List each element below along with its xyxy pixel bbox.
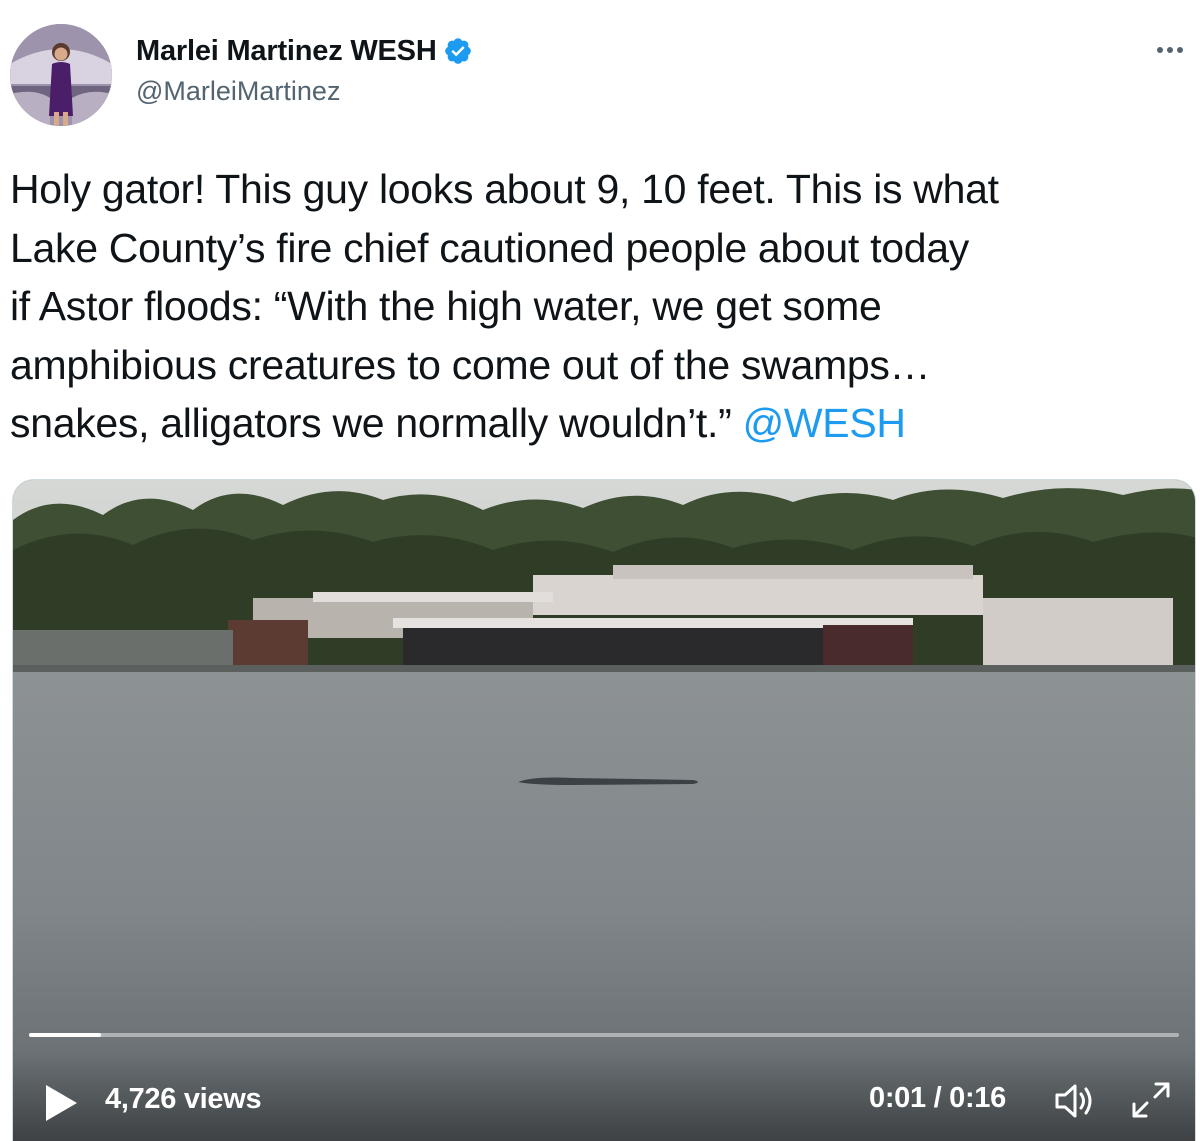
volume-icon[interactable] bbox=[1053, 1080, 1097, 1122]
more-options-button[interactable] bbox=[1150, 36, 1190, 64]
verified-badge-icon bbox=[444, 38, 471, 64]
avatar-photo bbox=[10, 24, 112, 126]
author-display-name[interactable]: Marlei Martinez WESH bbox=[136, 35, 437, 68]
avatar[interactable] bbox=[10, 24, 112, 126]
play-icon[interactable] bbox=[43, 1083, 79, 1123]
tweet-text-line: Holy gator! This guy looks about 9, 10 f… bbox=[10, 166, 999, 212]
video-player[interactable]: 4,726 views 0:01 / 0:16 bbox=[12, 479, 1196, 1141]
more-options-dot bbox=[1177, 47, 1183, 53]
tweet-text-segment: snakes, alligators we normally wouldn’t.… bbox=[10, 400, 743, 446]
tweet-text-line: if Astor floods: “With the high water, w… bbox=[10, 283, 882, 329]
video-frame bbox=[13, 480, 1195, 1141]
video-progress-fill bbox=[29, 1033, 101, 1037]
video-time: 0:01 / 0:16 bbox=[869, 1082, 1006, 1114]
video-progress-bar[interactable] bbox=[29, 1033, 1179, 1037]
tweet-text: Holy gator! This guy looks about 9, 10 f… bbox=[10, 160, 1200, 453]
tweet-text-line-last: snakes, alligators we normally wouldn’t.… bbox=[10, 394, 1200, 453]
more-options-icon bbox=[1157, 47, 1163, 53]
tweet-text-line: amphibious creatures to come out of the … bbox=[10, 341, 931, 388]
author-handle[interactable]: @MarleiMartinez bbox=[136, 76, 340, 107]
more-options-dot bbox=[1167, 47, 1173, 53]
author-name-row: Marlei Martinez WESH bbox=[136, 33, 473, 69]
tweet-text-line: Lake County’s fire chief cautioned peopl… bbox=[10, 224, 969, 271]
mention-link[interactable]: @WESH bbox=[743, 400, 906, 446]
tweet-card: Marlei Martinez WESH @MarleiMartinez Hol… bbox=[0, 0, 1200, 1141]
fullscreen-icon[interactable] bbox=[1128, 1078, 1174, 1122]
view-count: 4,726 views bbox=[105, 1083, 262, 1115]
